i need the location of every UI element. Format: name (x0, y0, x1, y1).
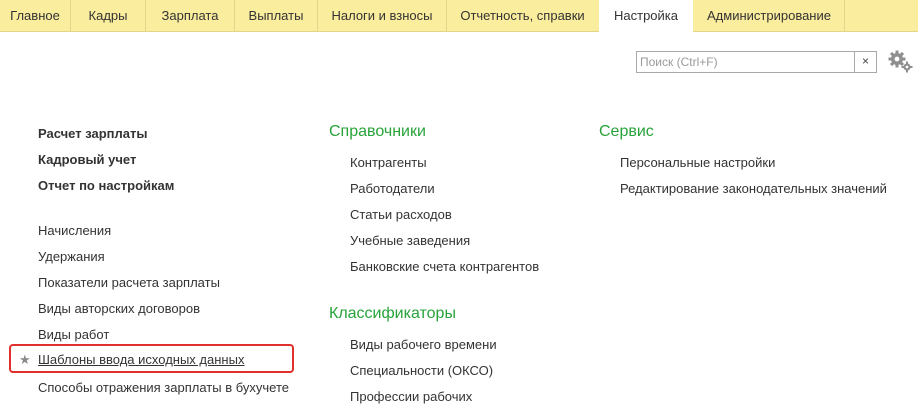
menu-item-taxes[interactable]: Налоги и взносы (318, 0, 446, 32)
link-personal-settings[interactable]: Персональные настройки (620, 155, 775, 171)
link-work-types[interactable]: Виды работ (38, 327, 109, 343)
link-settings-report[interactable]: Отчет по настройкам (38, 178, 174, 194)
gear-icon[interactable] (886, 49, 916, 75)
link-salary-accounting-methods[interactable]: Способы отражения зарплаты в бухучете (38, 380, 289, 396)
link-contractor-bank-accounts[interactable]: Банковские счета контрагентов (350, 259, 539, 275)
star-icon[interactable]: ★ (19, 352, 31, 368)
menu-item-settings[interactable]: Настройка (599, 0, 693, 33)
section-title-directories: Справочники (329, 123, 426, 140)
search-input[interactable] (637, 52, 853, 72)
section-title-classifiers: Классификаторы (329, 305, 456, 322)
link-salary-indicators[interactable]: Показатели расчета зарплаты (38, 275, 220, 291)
menu-item-payments[interactable]: Выплаты (235, 0, 317, 32)
link-employers[interactable]: Работодатели (350, 181, 435, 197)
link-salary-calculation[interactable]: Расчет зарплаты (38, 126, 147, 142)
menu-item-administration[interactable]: Администрирование (694, 0, 844, 32)
link-accruals[interactable]: Начисления (38, 223, 111, 239)
link-author-contract-types[interactable]: Виды авторских договоров (38, 301, 200, 317)
link-working-time-types[interactable]: Виды рабочего времени (350, 337, 497, 353)
link-legislative-values[interactable]: Редактирование законодательных значений (620, 181, 887, 197)
menu-separator (844, 0, 845, 32)
search-box: × (636, 51, 877, 73)
menu-item-salary[interactable]: Зарплата (146, 0, 234, 32)
link-expense-items[interactable]: Статьи расходов (350, 207, 452, 223)
menu-item-main[interactable]: Главное (0, 0, 70, 32)
link-input-templates[interactable]: Шаблоны ввода исходных данных (38, 352, 244, 368)
link-contractors[interactable]: Контрагенты (350, 155, 427, 171)
search-clear-button[interactable]: × (854, 52, 876, 72)
menu-item-reports[interactable]: Отчетность, справки (447, 0, 598, 32)
menu-item-hr[interactable]: Кадры (71, 0, 145, 32)
link-hr-accounting[interactable]: Кадровый учет (38, 152, 136, 168)
link-educational-institutions[interactable]: Учебные заведения (350, 233, 470, 249)
link-deductions[interactable]: Удержания (38, 249, 105, 265)
link-specialties-okso[interactable]: Специальности (ОКСО) (350, 363, 493, 379)
top-menu-bar: Главное Кадры Зарплата Выплаты Налоги и … (0, 0, 918, 33)
section-title-service: Сервис (599, 123, 654, 140)
